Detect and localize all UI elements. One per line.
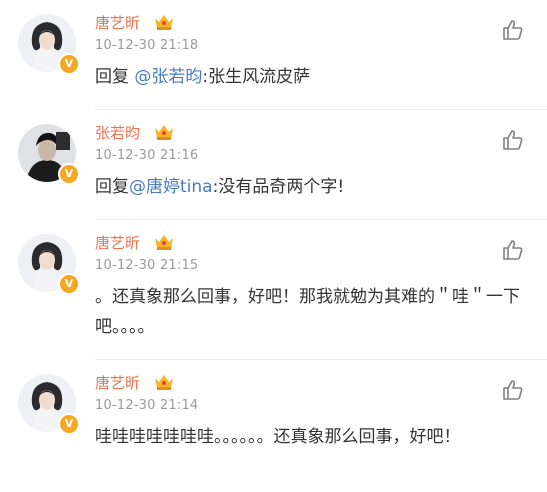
thumbs-up-icon[interactable] — [501, 18, 525, 42]
verified-v-icon: V — [58, 273, 80, 295]
comment-timestamp: 10-12-30 21:16 — [95, 148, 199, 163]
comment-item: V 张若昀 10-12-30 21:16 回复@唐婷tina:没有品奇两个字! — [0, 110, 547, 220]
comment-item: V 唐艺昕 10-12-30 21:18 回复 @张若昀:张生风流皮萨 — [0, 0, 547, 110]
mention-link[interactable]: @张若昀 — [134, 67, 202, 87]
vip-crown-icon — [155, 375, 173, 390]
verified-v-icon: V — [58, 53, 80, 75]
mention-link[interactable]: @唐婷tina — [129, 177, 213, 197]
commenter-name[interactable]: 唐艺昕 — [95, 232, 140, 253]
reply-prefix: 回复 — [95, 177, 129, 197]
comment-text: 回复 @张若昀:张生风流皮萨 — [95, 62, 523, 92]
comment-item: V 唐艺昕 10-12-30 21:15 。还真象那么回事，好吧！那我就勉为其难… — [0, 220, 547, 360]
thumbs-up-icon[interactable] — [501, 378, 525, 402]
vip-crown-icon — [155, 125, 173, 140]
commenter-name[interactable]: 唐艺昕 — [95, 372, 140, 393]
verified-v-icon: V — [58, 413, 80, 435]
comment-item: V 唐艺昕 10-12-30 21:14 哇哇哇哇哇哇哇。。。。。。还真象那么回… — [0, 360, 547, 492]
commenter-name[interactable]: 张若昀 — [95, 122, 140, 143]
comment-text: 回复@唐婷tina:没有品奇两个字! — [95, 172, 523, 202]
comment-text: 。还真象那么回事，好吧！那我就勉为其难的＂哇＂一下吧。。。。 — [95, 287, 520, 337]
comment-timestamp: 10-12-30 21:14 — [95, 398, 199, 413]
vip-crown-icon — [155, 15, 173, 30]
thumbs-up-icon[interactable] — [501, 128, 525, 152]
comment-body: :张生风流皮萨 — [202, 67, 311, 87]
comment-timestamp: 10-12-30 21:18 — [95, 38, 199, 53]
comment-feed: V 唐艺昕 10-12-30 21:18 回复 @张若昀:张生风流皮萨 V 张若… — [0, 0, 547, 492]
reply-prefix: 回复 — [95, 67, 135, 87]
vip-crown-icon — [155, 235, 173, 250]
comment-text: 哇哇哇哇哇哇哇。。。。。。还真象那么回事，好吧！ — [95, 427, 461, 447]
verified-v-icon: V — [58, 163, 80, 185]
comment-body: :没有品奇两个字! — [212, 177, 345, 197]
commenter-name[interactable]: 唐艺昕 — [95, 12, 140, 33]
thumbs-up-icon[interactable] — [501, 238, 525, 262]
comment-timestamp: 10-12-30 21:15 — [95, 258, 199, 273]
